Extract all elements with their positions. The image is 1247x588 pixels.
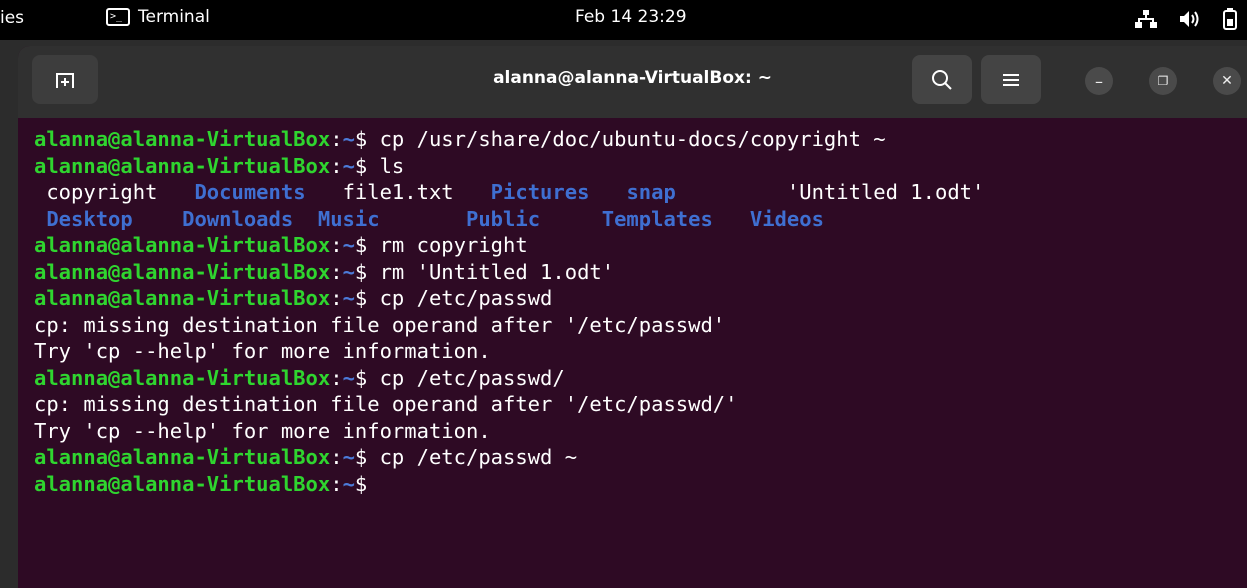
- prompt-path: ~: [342, 445, 355, 469]
- prompt-user: alanna@alanna-VirtualBox: [34, 259, 331, 284]
- volume-icon[interactable]: [1179, 9, 1201, 29]
- prompt-sep: :: [330, 445, 343, 469]
- close-button[interactable]: ✕: [1213, 67, 1241, 95]
- prompt-path: ~: [342, 127, 355, 151]
- activities-button[interactable]: ies: [0, 8, 24, 28]
- prompt-dollar: $: [354, 259, 380, 284]
- prompt-dollar: $: [354, 471, 380, 496]
- output-line: Try 'cp --help' for more information.: [34, 418, 1247, 445]
- prompt-path: ~: [342, 153, 355, 178]
- prompt-sep: :: [330, 153, 343, 178]
- minimize-button[interactable]: –: [1085, 67, 1113, 95]
- output-line: cp: missing destination file operand aft…: [34, 312, 1247, 339]
- output-line: cp: missing destination file operand aft…: [34, 391, 1247, 418]
- file-entry: copyright: [34, 180, 195, 204]
- command-text: cp /etc/passwd ~: [379, 445, 578, 469]
- directory-entry: Music: [305, 206, 466, 231]
- prompt-dollar: $: [354, 233, 380, 257]
- output-text: cp: missing destination file operand aft…: [34, 392, 738, 416]
- prompt-line: alanna@alanna-VirtualBox:~$ rm 'Untitled…: [34, 259, 1247, 286]
- prompt-line: alanna@alanna-VirtualBox:~$ cp /etc/pass…: [34, 285, 1247, 312]
- prompt-sep: :: [330, 365, 343, 390]
- clock[interactable]: Feb 14 23:29: [575, 7, 687, 27]
- prompt-line: alanna@alanna-VirtualBox:~$ cp /usr/shar…: [34, 126, 1247, 153]
- maximize-button[interactable]: ❐: [1149, 67, 1177, 95]
- new-tab-icon: [56, 72, 74, 88]
- command-text: rm copyright: [379, 233, 528, 257]
- prompt-path: ~: [342, 259, 355, 284]
- directory-entry: Pictures: [490, 180, 627, 204]
- directory-entry: Videos: [749, 206, 824, 231]
- directory-entry: snap: [626, 180, 787, 204]
- command-text: cp /usr/share/doc/ubuntu-docs/copyright …: [379, 127, 886, 151]
- window-title: alanna@alanna-VirtualBox: ~: [493, 68, 772, 88]
- command-text: cp /etc/passwd/: [379, 365, 565, 390]
- close-icon: ✕: [1221, 73, 1233, 89]
- directory-entry: Documents: [194, 180, 343, 204]
- battery-icon[interactable]: [1223, 8, 1237, 30]
- header-bar: alanna@alanna-VirtualBox: ~ – ❐ ✕: [18, 46, 1247, 118]
- prompt-user: alanna@alanna-VirtualBox: [34, 471, 331, 496]
- prompt-path: ~: [342, 233, 355, 257]
- prompt-dollar: $: [354, 153, 380, 178]
- search-button[interactable]: [912, 55, 972, 104]
- prompt-sep: :: [330, 233, 343, 257]
- command-text: ls: [379, 153, 405, 178]
- directory-entry: Desktop: [34, 206, 170, 231]
- file-entry: 'Untitled 1.odt': [786, 180, 985, 204]
- cursor: [380, 474, 392, 496]
- prompt-path: ~: [342, 286, 355, 310]
- prompt-line: alanna@alanna-VirtualBox:~$ cp /etc/pass…: [34, 444, 1247, 471]
- prompt-dollar: $: [354, 286, 380, 310]
- command-text: cp /etc/passwd: [379, 286, 553, 310]
- minimize-icon: –: [1095, 71, 1103, 91]
- prompt-line: alanna@alanna-VirtualBox:~$ ls: [34, 153, 1247, 180]
- directory-entry: Templates: [601, 206, 750, 231]
- network-icon[interactable]: [1135, 9, 1157, 29]
- app-menu[interactable]: >_ Terminal: [106, 7, 210, 27]
- prompt-sep: :: [330, 259, 343, 284]
- prompt-path: ~: [342, 471, 355, 496]
- prompt-line: alanna@alanna-VirtualBox:~$ cp /etc/pass…: [34, 365, 1247, 392]
- menu-button[interactable]: [981, 55, 1041, 104]
- prompt-dollar: $: [354, 445, 380, 469]
- prompt-user: alanna@alanna-VirtualBox: [34, 365, 331, 390]
- ls-output-line: copyright Documents file1.txt Pictures s…: [34, 179, 1247, 206]
- prompt-dollar: $: [354, 127, 380, 151]
- prompt-path: ~: [342, 365, 355, 390]
- directory-entry: Public: [465, 206, 602, 231]
- ls-output-line: Desktop Downloads Music Public Templates…: [34, 206, 1247, 233]
- directory-entry: Downloads: [169, 206, 306, 231]
- output-text: Try 'cp --help' for more information.: [34, 339, 491, 363]
- output-text: Try 'cp --help' for more information.: [34, 418, 491, 443]
- prompt-dollar: $: [354, 365, 380, 390]
- terminal-output[interactable]: alanna@alanna-VirtualBox:~$ cp /usr/shar…: [18, 126, 1247, 588]
- command-text: rm 'Untitled 1.odt': [379, 259, 615, 284]
- maximize-icon: ❐: [1157, 74, 1169, 88]
- app-name: Terminal: [138, 7, 210, 27]
- hamburger-menu-icon: [1003, 73, 1019, 86]
- prompt-line: alanna@alanna-VirtualBox:~$: [34, 471, 1247, 498]
- prompt-user: alanna@alanna-VirtualBox: [34, 286, 331, 310]
- prompt-line: alanna@alanna-VirtualBox:~$ rm copyright: [34, 232, 1247, 259]
- prompt-user: alanna@alanna-VirtualBox: [34, 445, 331, 469]
- prompt-user: alanna@alanna-VirtualBox: [34, 233, 331, 257]
- prompt-user: alanna@alanna-VirtualBox: [34, 127, 331, 151]
- terminal-window: alanna@alanna-VirtualBox: ~ – ❐ ✕ alanna…: [18, 46, 1247, 588]
- prompt-sep: :: [330, 127, 343, 151]
- search-icon: [932, 69, 952, 90]
- prompt-sep: :: [330, 286, 343, 310]
- prompt-user: alanna@alanna-VirtualBox: [34, 153, 331, 178]
- top-bar: ies >_ Terminal Feb 14 23:29: [0, 0, 1247, 40]
- output-text: cp: missing destination file operand aft…: [34, 312, 726, 337]
- output-line: Try 'cp --help' for more information.: [34, 338, 1247, 365]
- new-tab-button[interactable]: [32, 55, 98, 104]
- window-title-wrap: alanna@alanna-VirtualBox: ~: [18, 68, 1247, 88]
- system-tray[interactable]: [1135, 8, 1237, 30]
- prompt-sep: :: [330, 471, 343, 496]
- file-entry: file1.txt: [342, 180, 491, 204]
- terminal-icon: >_: [106, 8, 130, 26]
